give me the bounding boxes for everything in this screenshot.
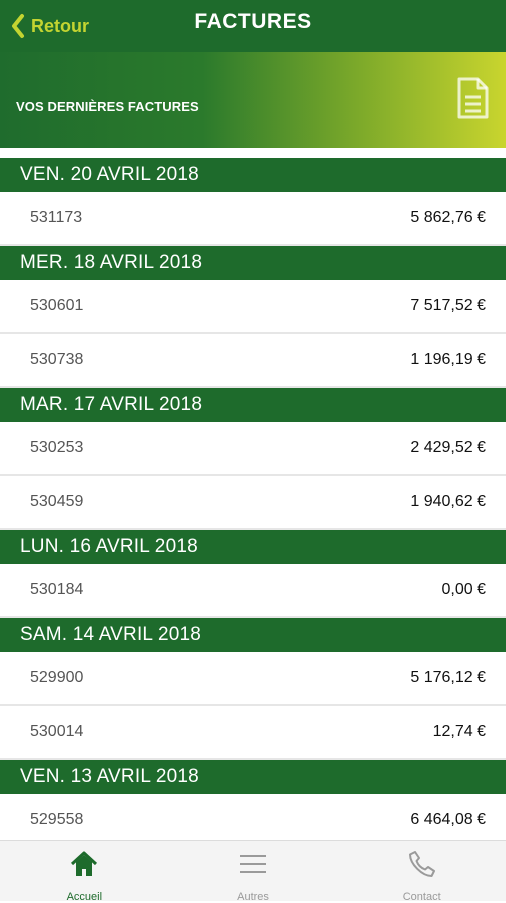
phone-icon [407,849,437,884]
invoice-number: 530184 [30,581,84,598]
invoice-list[interactable]: VEN. 20 AVRIL 2018 531173 5 862,76 € MER. 1… [0,158,506,840]
invoice-row[interactable]: 530184 0,00 € [0,564,506,618]
tab-contact[interactable]: Contact [337,841,506,903]
invoice-row[interactable]: 530738 1 196,19 € [0,334,506,388]
invoice-row[interactable]: 530459 1 940,62 € [0,476,506,530]
document-icon [457,77,489,119]
invoice-amount: 6 464,08 € [410,811,486,828]
tab-accueil[interactable]: Accueil [0,841,169,903]
invoice-number: 529900 [30,669,84,686]
invoice-row[interactable]: 531173 5 862,76 € [0,192,506,246]
invoice-amount: 12,74 € [432,723,486,740]
tab-label: Accueil [66,891,103,903]
invoice-number: 530253 [30,439,84,456]
invoice-number: 530014 [30,723,84,740]
invoice-amount: 7 517,52 € [410,297,486,314]
invoice-row[interactable]: 530601 7 517,52 € [0,280,506,334]
invoice-number: 530601 [30,297,84,314]
top-bar: Retour FACTURES [0,0,506,52]
tab-label: Autres [237,891,269,903]
invoice-number: 529558 [30,811,84,828]
invoice-row[interactable]: 529558 6 464,08 € [0,794,506,840]
date-header: MER. 18 AVRIL 2018 [0,246,506,280]
date-header: VEN. 13 AVRIL 2018 [0,760,506,794]
home-icon [69,849,99,884]
invoice-amount: 1 196,19 € [410,351,486,368]
invoice-amount: 2 429,52 € [410,439,486,456]
invoice-row[interactable]: 530014 12,74 € [0,706,506,760]
invoice-row[interactable]: 529900 5 176,12 € [0,652,506,706]
invoice-amount: 5 862,76 € [410,209,486,226]
section-banner: VOS DERNIÈRES FACTURES [0,52,506,148]
date-header: MAR. 17 AVRIL 2018 [0,388,506,422]
page-title: FACTURES [194,10,312,33]
tab-autres[interactable]: Autres [169,841,338,903]
invoice-number: 530459 [30,493,84,510]
banner-label: VOS DERNIÈRES FACTURES [16,99,199,114]
invoice-number: 530738 [30,351,84,368]
invoice-amount: 0,00 € [441,581,486,598]
invoice-amount: 5 176,12 € [410,669,486,686]
menu-icon [238,849,268,884]
bottom-tab-bar: Accueil Autres Contact [0,840,506,903]
invoice-amount: 1 940,62 € [410,493,486,510]
date-header: SAM. 14 AVRIL 2018 [0,618,506,652]
invoice-row[interactable]: 530253 2 429,52 € [0,422,506,476]
date-header: VEN. 20 AVRIL 2018 [0,158,506,192]
tab-label: Contact [402,891,441,903]
banner-spacer [0,148,506,158]
invoice-number: 531173 [30,209,83,226]
date-header: LUN. 16 AVRIL 2018 [0,530,506,564]
